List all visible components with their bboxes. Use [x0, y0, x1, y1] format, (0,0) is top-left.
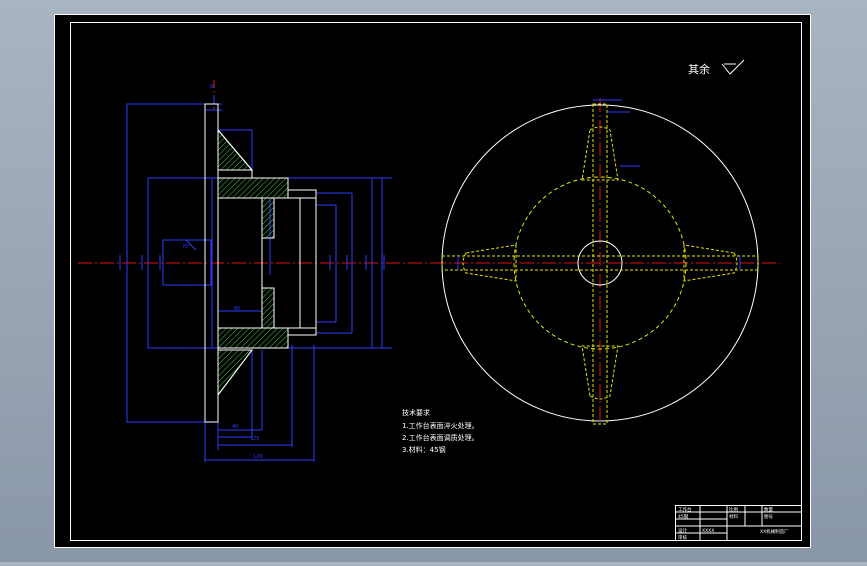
tech-requirement-1: 1.工作台表面淬火处理。	[402, 421, 479, 430]
title-cell-mat-label: 材料	[729, 513, 738, 520]
title-cell-scale: 比例	[729, 506, 738, 513]
title-cell-drawing-no: 图号	[764, 514, 773, 520]
title-cell-part: 工作台	[678, 506, 692, 513]
tech-requirement-2: 2.工作台表面调质处理。	[402, 433, 479, 442]
title-cell-checker: 审核	[678, 534, 687, 541]
roughness-note-text: 其余	[688, 62, 710, 76]
svg-text:Ø: Ø	[210, 83, 214, 90]
svg-text:80: 80	[234, 306, 240, 312]
title-cell-material: 45钢	[678, 513, 689, 520]
title-cell-code: XXXX	[702, 528, 714, 534]
svg-text:120: 120	[253, 454, 263, 460]
svg-text:25: 25	[253, 436, 259, 442]
tech-requirement-3: 3.材料：45钢	[402, 445, 446, 454]
title-cell-designer: 设计	[678, 527, 687, 534]
cad-viewport: Ø 70° 80 40 25 120 其余 技术要求 1.工作台表面淬火处理。 …	[0, 0, 867, 562]
tech-requirements-title: 技术要求	[402, 408, 430, 417]
drawing-sheet	[54, 14, 811, 548]
title-cell-company: XX机械制造厂	[760, 528, 789, 535]
svg-text:40: 40	[232, 424, 238, 430]
svg-text:70°: 70°	[182, 244, 191, 250]
drawing-canvas: Ø 70° 80 40 25 120 其余 技术要求 1.工作台表面淬火处理。 …	[54, 14, 811, 548]
title-cell-qty: 数量	[764, 506, 773, 513]
